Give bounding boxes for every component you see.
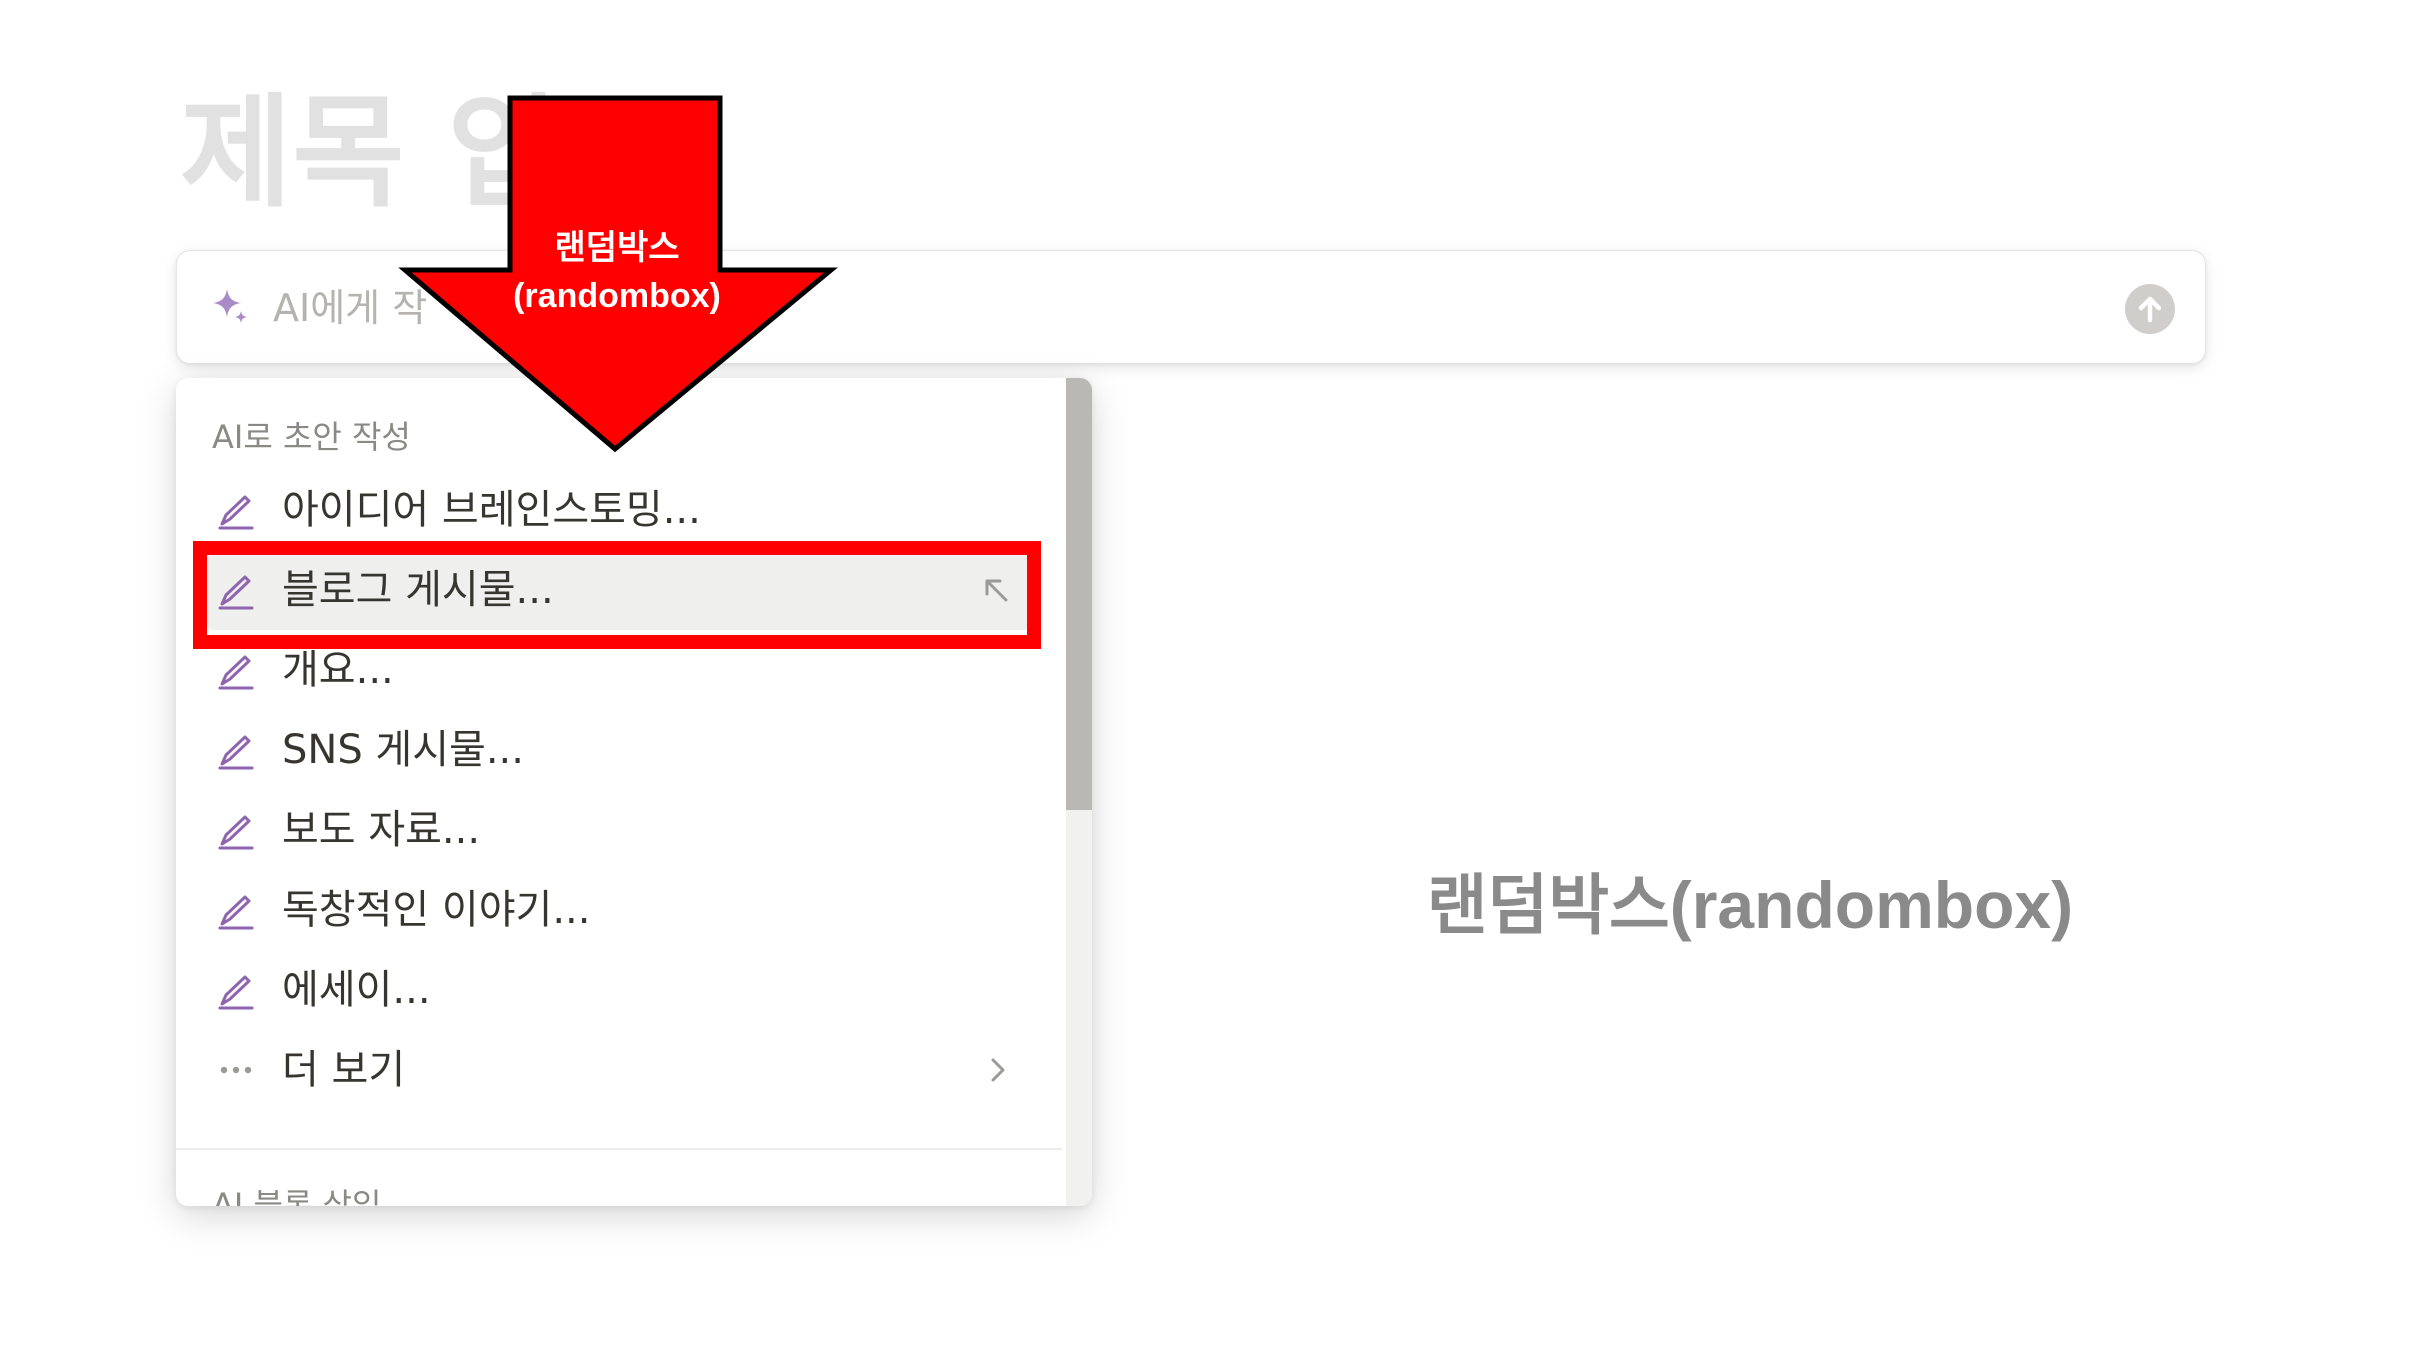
scrollbar-track[interactable] <box>1066 378 1092 1206</box>
arrow-up-circle-icon <box>2138 296 2162 323</box>
annotation-label-line1: 랜덤박스 <box>554 229 680 267</box>
annotation-label-line2: (randombox) <box>513 277 721 315</box>
section-title-draft: AI로 초안 작성 <box>212 418 411 456</box>
menu-item-label: 개요... <box>282 647 394 693</box>
chevron-right-icon <box>991 1058 1005 1082</box>
menu-item-see-more[interactable]: 더 보기 <box>206 1030 1032 1110</box>
menu-item-blog-post[interactable]: 블로그 게시물... <box>206 550 1032 630</box>
menu-item-brainstorm[interactable]: 아이디어 브레인스토밍... <box>206 470 1032 550</box>
pencil-icon <box>218 895 254 930</box>
menu-item-label: 블로그 게시물... <box>282 567 554 613</box>
watermark-text: 랜덤박스(randombox) <box>1426 868 2074 942</box>
menu-item-creative-story[interactable]: 독창적인 이야기... <box>206 870 1032 950</box>
sparkle-icon <box>213 289 247 323</box>
menu-item-outline[interactable]: 개요... <box>206 630 1032 710</box>
section-title-insert-block: AI 블록 삽입 <box>212 1186 382 1206</box>
pencil-icon <box>218 815 254 850</box>
scrollbar-thumb[interactable] <box>1066 378 1092 810</box>
menu-item-label: SNS 게시물... <box>282 727 524 773</box>
ellipsis-icon <box>220 1066 252 1074</box>
menu-item-press-release[interactable]: 보도 자료... <box>206 790 1032 870</box>
menu-divider <box>176 1148 1062 1150</box>
pencil-icon <box>218 975 254 1010</box>
annotation-arrow-label: 랜덤박스 (randombox) <box>457 224 777 320</box>
pencil-icon <box>218 655 254 690</box>
ai-command-menu: AI로 초안 작성 아이디어 브레인스토밍... 블로그 게시물... 개요..… <box>176 378 1092 1206</box>
pencil-icon <box>218 495 254 530</box>
menu-list: 아이디어 브레인스토밍... 블로그 게시물... 개요... SNS 게시물.… <box>176 470 1062 1110</box>
menu-item-label: 아이디어 브레인스토밍... <box>282 487 701 533</box>
menu-item-label: 더 보기 <box>282 1047 406 1093</box>
pencil-icon <box>218 735 254 770</box>
menu-item-label: 에세이... <box>282 967 431 1013</box>
menu-item-sns-post[interactable]: SNS 게시물... <box>206 710 1032 790</box>
menu-item-label: 독창적인 이야기... <box>282 887 591 933</box>
pencil-icon <box>218 575 254 610</box>
enter-arrow-icon <box>985 579 1008 602</box>
menu-item-essay[interactable]: 에세이... <box>206 950 1032 1030</box>
send-button[interactable] <box>2125 284 2175 334</box>
menu-item-label: 보도 자료... <box>282 807 481 853</box>
